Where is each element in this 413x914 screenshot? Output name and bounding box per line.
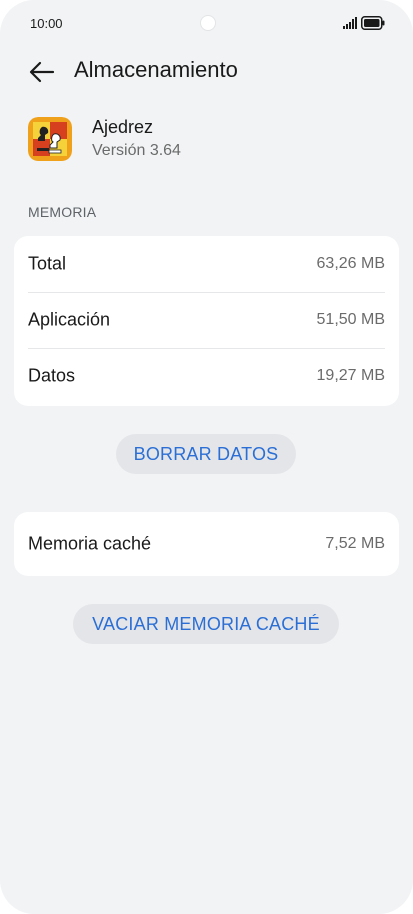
row-value: 19,27 MB <box>316 367 385 384</box>
app-version: Versión 3.64 <box>92 142 181 159</box>
memory-row-data: Datos 19,27 MB <box>14 348 399 404</box>
chess-app-icon <box>28 117 72 161</box>
memory-row-app: Aplicación 51,50 MB <box>14 292 399 348</box>
row-label: Aplicación <box>28 309 111 330</box>
row-value: 63,26 MB <box>316 255 385 272</box>
clear-cache-button[interactable]: VACIAR MEMORIA CACHÉ <box>73 604 339 644</box>
back-arrow-icon[interactable] <box>28 58 56 86</box>
app-info: Ajedrez Versión 3.64 <box>0 114 413 166</box>
memory-card: Total 63,26 MB Aplicación 51,50 MB Datos… <box>14 236 399 406</box>
row-label: Memoria caché <box>28 533 152 554</box>
row-value: 51,50 MB <box>316 311 385 328</box>
row-label: Total <box>28 253 67 274</box>
row-value: 7,52 MB <box>325 535 385 552</box>
phone-screen: 10:00 Almacenamiento Ajedrez Versión 3.6… <box>0 0 413 914</box>
header: Almacenamiento <box>0 50 413 94</box>
memory-row-total: Total 63,26 MB <box>14 236 399 292</box>
front-camera <box>200 15 216 31</box>
memory-section-label: MEMORIA <box>28 204 97 220</box>
app-name: Ajedrez <box>92 117 154 137</box>
battery-icon <box>361 16 385 30</box>
status-time: 10:00 <box>30 16 63 31</box>
row-label: Datos <box>28 365 76 386</box>
status-bar: 10:00 <box>0 0 413 46</box>
signal-icon <box>343 17 357 29</box>
page-title: Almacenamiento <box>74 57 238 82</box>
clear-data-button[interactable]: BORRAR DATOS <box>116 434 296 474</box>
cache-row: Memoria caché 7,52 MB <box>14 512 399 576</box>
cache-card: Memoria caché 7,52 MB <box>14 512 399 576</box>
